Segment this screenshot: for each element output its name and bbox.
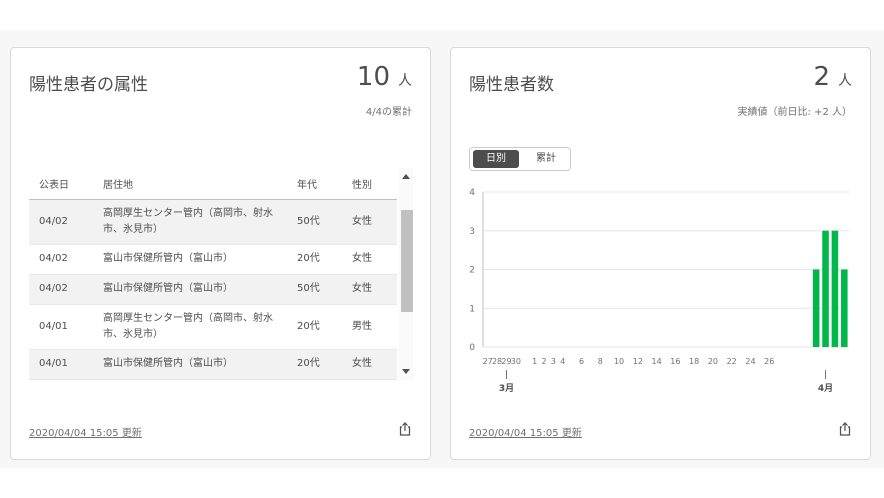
cell-area: 富山市保健所管内（富山市） [93, 274, 287, 305]
x-tick-label: 18 [689, 357, 699, 366]
bar [812, 269, 820, 347]
cell-date: 04/01 [29, 349, 93, 380]
cell-age: 50代 [287, 274, 342, 305]
y-tick-label: 3 [469, 227, 475, 237]
bar [822, 230, 829, 347]
y-tick-label: 0 [469, 343, 475, 353]
cell-date: 04/02 [29, 274, 93, 305]
bar [831, 230, 839, 347]
y-tick-label: 2 [469, 266, 475, 276]
x-tick-label: 30 [511, 357, 521, 366]
positive-count-card: 陽性患者数 2人 実績値（前日比: +2 人） 日別 累計 0 1 2 3 4 27 29 2… [450, 47, 871, 460]
day-over-day-note: 実績値（前日比: +2 人） [737, 107, 852, 118]
count-value: 2 [813, 62, 830, 92]
x-tick-label: 22 [727, 357, 737, 366]
scroll-up-arrow-icon[interactable] [402, 174, 410, 179]
header-area[interactable]: 居住地 [93, 168, 287, 200]
table-row: 04/02 富山市保健所管内（富山市） 50代 女性 [29, 274, 397, 305]
cell-area: 富山市保健所管内（富山市） [93, 349, 287, 380]
card-title: 陽性患者数 [469, 75, 554, 95]
share-icon[interactable] [838, 422, 852, 436]
x-tick-label: 6 [579, 357, 584, 366]
toggle-daily-button[interactable]: 日別 [473, 150, 519, 168]
y-tick-label: 1 [469, 304, 475, 314]
header-age[interactable]: 年代 [287, 168, 342, 200]
cell-sex: 女性 [342, 199, 397, 245]
total-count: 10 人 [357, 62, 412, 92]
card-title: 陽性患者の属性 [29, 75, 148, 95]
daily-count: 2人 [813, 62, 852, 92]
scroll-down-arrow-icon[interactable] [402, 369, 410, 374]
cell-date: 04/02 [29, 199, 93, 245]
x-tick-label: 10 [614, 357, 624, 366]
x-tick-label: 8 [598, 357, 603, 366]
count-value: 10 [356, 62, 390, 92]
table-scrollbar[interactable] [399, 168, 413, 380]
patient-attributes-card: 陽性患者の属性 10 人 4/4の累計 公表日 居住地 年代 性別 04/02 高… [10, 47, 431, 460]
toggle-cumulative-button[interactable]: 累計 [523, 150, 569, 168]
cumulative-note: 4/4の累計 [365, 107, 412, 118]
cell-area: 高岡厚生センター管内（高岡市、射水市、氷見市） [93, 304, 287, 350]
positive-count-chart: 0123427 29 2 4 6 8 10 12 14 16 18 20 22 24 2628 30 1 33月 4… [469, 188, 849, 394]
x-tick-label: 4 [560, 357, 565, 366]
count-unit: 人 [838, 73, 852, 89]
cell-sex: 女性 [342, 349, 397, 380]
patient-table[interactable]: 公表日 居住地 年代 性別 04/02 高岡厚生センター管内（高岡市、射水市、氷… [29, 168, 413, 380]
x-tick-label: 1 [532, 357, 537, 366]
table-header-row: 公表日 居住地 年代 性別 [29, 168, 397, 200]
table-row: 04/01 高岡厚生センター管内（高岡市、射水市、氷見市） 20代 男性 [29, 304, 397, 350]
month-label: 4月 [818, 383, 833, 394]
updated-timestamp-link[interactable]: 2020/04/04 15:05 更新 [469, 424, 582, 439]
x-tick-label: 28 [492, 357, 502, 366]
x-tick-label: 12 [633, 357, 643, 366]
count-unit: 人 [398, 73, 412, 89]
cell-date: 04/02 [29, 244, 93, 275]
table-row: 04/02 富山市保健所管内（富山市） 20代 女性 [29, 244, 397, 275]
cell-age: 20代 [287, 349, 342, 380]
scroll-thumb[interactable] [401, 210, 413, 312]
header-date[interactable]: 公表日 [29, 168, 93, 200]
x-tick-label: 2 [541, 357, 546, 366]
cell-sex: 女性 [342, 274, 397, 305]
x-tick-label: 3 [551, 357, 556, 366]
updated-timestamp-link[interactable]: 2020/04/04 15:05 更新 [29, 424, 142, 439]
cell-area: 富山市保健所管内（富山市） [93, 244, 287, 275]
x-tick-label: 14 [652, 357, 662, 366]
header-sex[interactable]: 性別 [342, 168, 397, 200]
cell-sex: 男性 [342, 304, 397, 350]
share-icon[interactable] [398, 422, 412, 436]
bar [841, 269, 848, 347]
cell-age: 20代 [287, 244, 342, 275]
x-tick-label: 20 [708, 357, 718, 366]
cell-age: 20代 [287, 304, 342, 350]
x-tick-label: 24 [745, 357, 755, 366]
cell-age: 50代 [287, 199, 342, 245]
y-tick-label: 4 [469, 188, 475, 198]
chart-mode-toggle[interactable]: 日別 累計 [469, 147, 571, 171]
table-row: 04/01 富山市保健所管内（富山市） 20代 女性 [29, 349, 397, 380]
table-row: 04/02 高岡厚生センター管内（高岡市、射水市、氷見市） 50代 女性 [29, 199, 397, 245]
cell-date: 04/01 [29, 304, 93, 350]
cell-sex: 女性 [342, 244, 397, 275]
x-tick-label: 26 [764, 357, 774, 366]
cell-area: 高岡厚生センター管内（高岡市、射水市、氷見市） [93, 199, 287, 245]
x-tick-label: 16 [670, 357, 680, 366]
month-label: 3月 [499, 383, 514, 394]
